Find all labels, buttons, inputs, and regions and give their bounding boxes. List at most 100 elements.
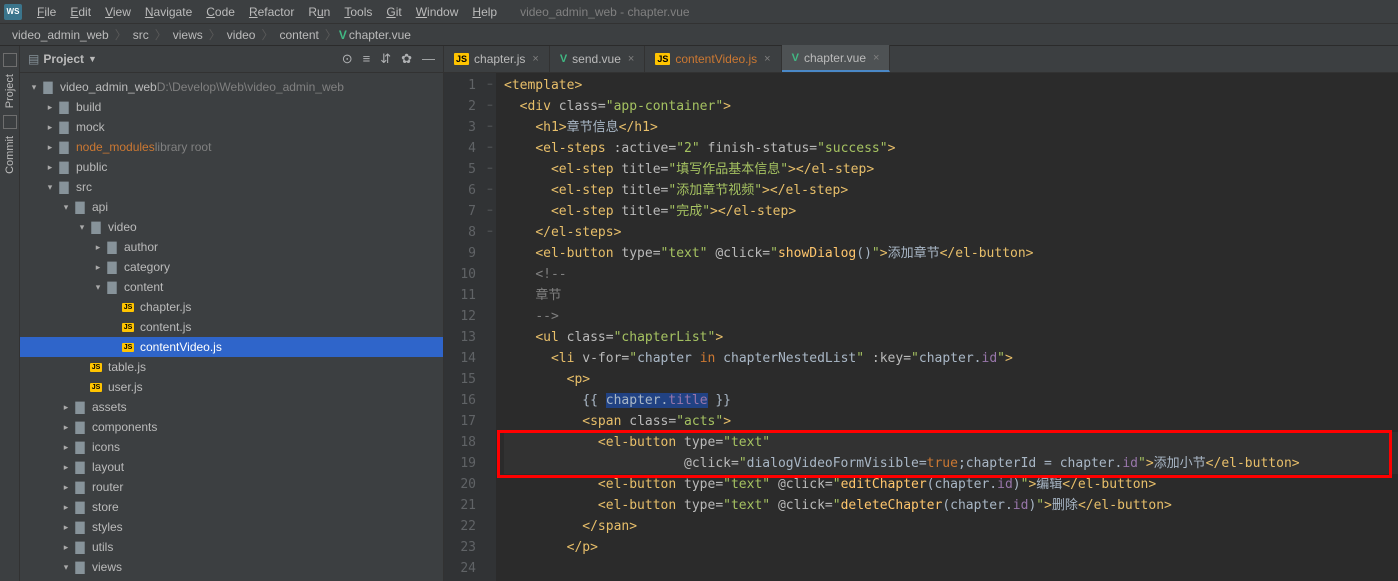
- tree-row[interactable]: ▸▇node_modules library root: [20, 137, 443, 157]
- breadcrumb-item[interactable]: video: [223, 28, 260, 42]
- tree-row[interactable]: ▸▇build: [20, 97, 443, 117]
- code-line[interactable]: <ul class="chapterList">: [504, 327, 1398, 348]
- tree-row[interactable]: ▸▇icons: [20, 437, 443, 457]
- tree-row[interactable]: ▾▇video: [20, 217, 443, 237]
- tree-row[interactable]: ▾▇src: [20, 177, 443, 197]
- code-line[interactable]: <li v-for="chapter in chapterNestedList"…: [504, 348, 1398, 369]
- tree-row[interactable]: JScontentVideo.js: [20, 337, 443, 357]
- code-line[interactable]: <el-step title="完成"></el-step>: [504, 201, 1398, 222]
- chevron-right-icon[interactable]: ▸: [92, 242, 104, 253]
- rail-project[interactable]: Project: [4, 70, 16, 112]
- chevron-down-icon[interactable]: ▾: [92, 282, 104, 293]
- chevron-down-icon[interactable]: ▾: [28, 82, 40, 93]
- menu-code[interactable]: Code: [199, 3, 242, 21]
- tree-row[interactable]: ▸▇styles: [20, 517, 443, 537]
- chevron-right-icon[interactable]: ▸: [60, 542, 72, 553]
- code-line[interactable]: </el-steps>: [504, 222, 1398, 243]
- tree-row[interactable]: JStable.js: [20, 357, 443, 377]
- breadcrumb-item[interactable]: views: [169, 28, 207, 42]
- close-icon[interactable]: ×: [764, 53, 770, 65]
- tree-row[interactable]: ▸▇store: [20, 497, 443, 517]
- code-editor[interactable]: 123456789101112131415161718192021222324 …: [444, 73, 1398, 581]
- code-content[interactable]: <template> <div class="app-container"> <…: [496, 73, 1398, 581]
- tree-row[interactable]: ▾▇api: [20, 197, 443, 217]
- code-line[interactable]: <div class="app-container">: [504, 96, 1398, 117]
- chevron-right-icon[interactable]: ▸: [44, 142, 56, 153]
- code-line[interactable]: </span>: [504, 516, 1398, 537]
- chevron-down-icon[interactable]: ▾: [44, 182, 56, 193]
- tree-row[interactable]: JSuser.js: [20, 377, 443, 397]
- code-line[interactable]: <span class="acts">: [504, 411, 1398, 432]
- code-line[interactable]: <el-step title="添加章节视频"></el-step>: [504, 180, 1398, 201]
- code-line[interactable]: <template>: [504, 75, 1398, 96]
- chevron-right-icon[interactable]: ▸: [60, 422, 72, 433]
- breadcrumb-item[interactable]: content: [276, 28, 323, 42]
- tree-row[interactable]: ▸▇author: [20, 237, 443, 257]
- chevron-right-icon[interactable]: ▸: [60, 442, 72, 453]
- chevron-right-icon[interactable]: ▸: [92, 262, 104, 273]
- menu-run[interactable]: Run: [301, 3, 337, 21]
- chevron-right-icon[interactable]: ▸: [44, 162, 56, 173]
- code-line[interactable]: </p>: [504, 537, 1398, 558]
- tree-row[interactable]: ▸▇components: [20, 417, 443, 437]
- close-icon[interactable]: ×: [873, 52, 879, 64]
- editor-tab[interactable]: Vchapter.vue×: [782, 45, 891, 72]
- breadcrumb-item[interactable]: src: [129, 28, 153, 42]
- menu-view[interactable]: View: [98, 3, 138, 21]
- chevron-right-icon[interactable]: ▸: [60, 402, 72, 413]
- hide-icon[interactable]: —: [422, 51, 435, 67]
- chevron-right-icon[interactable]: ▸: [60, 482, 72, 493]
- sidebar-title-dropdown[interactable]: ▤ Project ▼: [28, 52, 97, 66]
- code-line[interactable]: @click="dialogVideoFormVisible=true;chap…: [504, 453, 1398, 474]
- tree-row[interactable]: ▾▇content: [20, 277, 443, 297]
- tree-row[interactable]: ▸▇assets: [20, 397, 443, 417]
- breadcrumb-file[interactable]: chapter.vue: [349, 28, 411, 42]
- tree-row[interactable]: ▸▇router: [20, 477, 443, 497]
- code-line[interactable]: -->: [504, 306, 1398, 327]
- code-line[interactable]: <el-step title="填写作品基本信息"></el-step>: [504, 159, 1398, 180]
- chevron-right-icon[interactable]: ▸: [60, 502, 72, 513]
- project-tree[interactable]: ▾▇video_admin_web D:\Develop\Web\video_a…: [20, 73, 443, 581]
- rail-icon[interactable]: [3, 53, 17, 67]
- chevron-down-icon[interactable]: ▾: [60, 202, 72, 213]
- code-line[interactable]: 章节: [504, 285, 1398, 306]
- fold-gutter[interactable]: −−−−−−−−: [484, 73, 496, 581]
- chevron-down-icon[interactable]: ▾: [60, 562, 72, 573]
- rail-icon[interactable]: [3, 115, 17, 129]
- menu-tools[interactable]: Tools: [337, 3, 379, 21]
- chevron-right-icon[interactable]: ▸: [60, 522, 72, 533]
- editor-tab[interactable]: Vsend.vue×: [550, 46, 645, 72]
- menu-file[interactable]: File: [30, 3, 63, 21]
- code-line[interactable]: [504, 558, 1398, 579]
- code-line[interactable]: <el-steps :active="2" finish-status="suc…: [504, 138, 1398, 159]
- menu-help[interactable]: Help: [465, 3, 504, 21]
- code-line[interactable]: <el-button type="text": [504, 432, 1398, 453]
- chevron-right-icon[interactable]: ▸: [44, 122, 56, 133]
- expand-icon[interactable]: ≡: [363, 51, 371, 67]
- tree-row[interactable]: ▸▇utils: [20, 537, 443, 557]
- code-line[interactable]: <h1>章节信息</h1>: [504, 117, 1398, 138]
- close-icon[interactable]: ×: [628, 53, 634, 65]
- menu-navigate[interactable]: Navigate: [138, 3, 199, 21]
- code-line[interactable]: <el-button type="text" @click="deleteCha…: [504, 495, 1398, 516]
- editor-tab[interactable]: JSchapter.js×: [444, 46, 550, 72]
- code-line[interactable]: <el-button type="text" @click="editChapt…: [504, 474, 1398, 495]
- menu-window[interactable]: Window: [409, 3, 466, 21]
- tree-row[interactable]: ▾▇views: [20, 557, 443, 577]
- locate-icon[interactable]: ⊙: [342, 51, 353, 67]
- tree-row[interactable]: JSchapter.js: [20, 297, 443, 317]
- code-line[interactable]: <p>: [504, 369, 1398, 390]
- code-line[interactable]: {{ chapter.title }}: [504, 390, 1398, 411]
- tree-row[interactable]: ▸▇public: [20, 157, 443, 177]
- tree-row[interactable]: ▸▇layout: [20, 457, 443, 477]
- code-line[interactable]: <el-button type="text" @click="showDialo…: [504, 243, 1398, 264]
- breadcrumb-item[interactable]: video_admin_web: [8, 28, 113, 42]
- gear-icon[interactable]: ✿: [401, 51, 412, 67]
- close-icon[interactable]: ×: [532, 53, 538, 65]
- menu-git[interactable]: Git: [379, 3, 408, 21]
- tree-row[interactable]: ▸▇mock: [20, 117, 443, 137]
- chevron-down-icon[interactable]: ▾: [76, 222, 88, 233]
- menu-refactor[interactable]: Refactor: [242, 3, 301, 21]
- rail-commit[interactable]: Commit: [4, 132, 16, 178]
- chevron-right-icon[interactable]: ▸: [44, 102, 56, 113]
